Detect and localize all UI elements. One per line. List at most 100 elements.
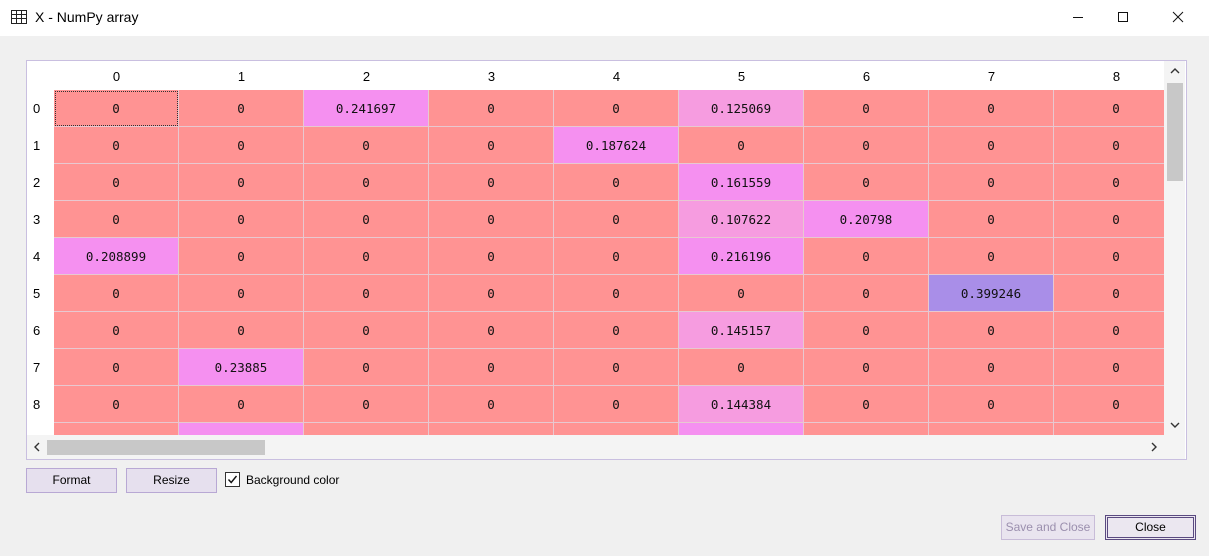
table-cell[interactable]: 0.144384 — [679, 386, 804, 423]
table-cell[interactable]: 0 — [429, 201, 554, 238]
background-color-checkbox[interactable] — [225, 472, 240, 487]
table-cell[interactable]: 0 — [554, 312, 679, 349]
table-cell[interactable]: 0.187624 — [554, 127, 679, 164]
table-cell[interactable]: 0 — [1054, 127, 1164, 164]
table-cell[interactable]: 0 — [304, 386, 429, 423]
table-cell[interactable]: 0 — [304, 238, 429, 275]
array-table[interactable]: 012345678 012345678 0 0 0.241697 0 0 0.125069… — [26, 60, 1187, 460]
table-cell[interactable]: 0.216196 — [679, 238, 804, 275]
table-cell[interactable]: 0 — [929, 349, 1054, 386]
table-cell[interactable]: 0 — [429, 349, 554, 386]
scroll-right-arrow-icon[interactable] — [1144, 435, 1164, 459]
table-cell[interactable]: 0 — [1054, 349, 1164, 386]
table-cell[interactable]: 0 — [1054, 386, 1164, 423]
table-cell[interactable]: 0 — [54, 164, 179, 201]
table-cell[interactable]: 0 — [554, 90, 679, 127]
table-cell[interactable]: 0 — [929, 386, 1054, 423]
table-cell[interactable]: 0 — [679, 275, 804, 312]
table-cell[interactable]: 0 — [304, 201, 429, 238]
table-cell[interactable]: 0 — [929, 201, 1054, 238]
table-cell[interactable]: 0 — [554, 386, 679, 423]
table-cell[interactable]: 0 — [429, 386, 554, 423]
table-cell[interactable]: 0.161559 — [679, 164, 804, 201]
close-button[interactable]: Close — [1105, 515, 1196, 540]
table-cell[interactable]: 0 — [804, 275, 929, 312]
table-cell[interactable]: 0.241697 — [304, 90, 429, 127]
table-cell[interactable]: 0 — [429, 275, 554, 312]
format-button[interactable]: Format — [26, 468, 117, 493]
table-cell[interactable]: 0 — [929, 312, 1054, 349]
table-cell[interactable] — [429, 423, 554, 435]
table-cell[interactable]: 0 — [554, 275, 679, 312]
table-cell[interactable]: 0 — [429, 90, 554, 127]
table-cell[interactable]: 0 — [429, 238, 554, 275]
table-cell[interactable]: 0 — [929, 238, 1054, 275]
table-cell[interactable]: 0 — [679, 349, 804, 386]
table-cell[interactable]: 0 — [179, 201, 304, 238]
table-cell[interactable]: 0 — [304, 312, 429, 349]
maximize-button[interactable] — [1100, 0, 1146, 36]
table-cell[interactable]: 0 — [179, 127, 304, 164]
table-cell[interactable]: 0 — [804, 90, 929, 127]
table-cell[interactable]: 0 — [679, 127, 804, 164]
table-cell[interactable]: 0 — [929, 127, 1054, 164]
table-cell[interactable]: 0 — [429, 164, 554, 201]
table-cell[interactable]: 0 — [554, 238, 679, 275]
table-cell[interactable]: 0.125069 — [679, 90, 804, 127]
table-cell[interactable] — [179, 423, 304, 435]
horizontal-scrollbar-thumb[interactable] — [47, 440, 265, 455]
table-cell[interactable] — [554, 423, 679, 435]
table-cell[interactable]: 0 — [54, 386, 179, 423]
table-cell[interactable]: 0 — [429, 127, 554, 164]
scroll-left-arrow-icon[interactable] — [27, 435, 47, 459]
table-cell[interactable]: 0 — [304, 164, 429, 201]
table-cell[interactable]: 0 — [804, 312, 929, 349]
table-cell[interactable]: 0 — [554, 201, 679, 238]
table-cell[interactable]: 0 — [179, 90, 304, 127]
table-cell[interactable]: 0 — [54, 349, 179, 386]
table-cell[interactable]: 0 — [429, 312, 554, 349]
table-cell[interactable]: 0.20798 — [804, 201, 929, 238]
table-cell[interactable]: 0.399246 — [929, 275, 1054, 312]
table-cell[interactable]: 0 — [554, 164, 679, 201]
table-cell[interactable]: 0 — [304, 275, 429, 312]
resize-button[interactable]: Resize — [126, 468, 217, 493]
minimize-button[interactable] — [1055, 0, 1101, 36]
table-cell[interactable] — [1054, 423, 1164, 435]
table-cell[interactable]: 0 — [54, 275, 179, 312]
scroll-down-arrow-icon[interactable] — [1164, 415, 1185, 435]
table-cell[interactable]: 0 — [1054, 164, 1164, 201]
table-cell[interactable]: 0 — [804, 164, 929, 201]
table-cell[interactable] — [929, 423, 1054, 435]
table-cell[interactable]: 0 — [54, 127, 179, 164]
table-cell[interactable]: 0 — [304, 127, 429, 164]
table-cell[interactable]: 0 — [804, 127, 929, 164]
table-cell[interactable] — [804, 423, 929, 435]
vertical-scrollbar[interactable] — [1164, 61, 1185, 435]
table-cell[interactable]: 0 — [54, 201, 179, 238]
table-cell[interactable]: 0 — [1054, 238, 1164, 275]
table-cell[interactable]: 0 — [1054, 275, 1164, 312]
scroll-up-arrow-icon[interactable] — [1164, 61, 1185, 81]
table-cell[interactable]: 0 — [929, 90, 1054, 127]
table-cell[interactable]: 0 — [54, 312, 179, 349]
horizontal-scrollbar[interactable] — [27, 435, 1164, 459]
table-cell[interactable]: 0 — [929, 164, 1054, 201]
table-cell[interactable]: 0 — [304, 349, 429, 386]
table-cell[interactable]: 0.208899 — [54, 238, 179, 275]
table-cell[interactable]: 0 — [179, 312, 304, 349]
table-cell[interactable]: 0 — [179, 386, 304, 423]
table-cell[interactable]: 0 — [804, 238, 929, 275]
table-cell[interactable] — [679, 423, 804, 435]
table-cell[interactable] — [304, 423, 429, 435]
cell-grid[interactable]: 0 0 0.241697 0 0 0.125069 0 0 0 0 0 0 0 0.187624 0 0 0 0 0… — [54, 90, 1164, 435]
table-cell[interactable]: 0.107622 — [679, 201, 804, 238]
table-cell[interactable]: 0 — [1054, 312, 1164, 349]
table-cell[interactable]: 0 — [804, 386, 929, 423]
table-cell[interactable]: 0 — [179, 164, 304, 201]
table-cell[interactable]: 0.145157 — [679, 312, 804, 349]
table-cell[interactable]: 0.23885 — [179, 349, 304, 386]
table-cell[interactable]: 0 — [179, 275, 304, 312]
table-cell[interactable]: 0 — [804, 349, 929, 386]
save-and-close-button[interactable]: Save and Close — [1001, 515, 1095, 540]
